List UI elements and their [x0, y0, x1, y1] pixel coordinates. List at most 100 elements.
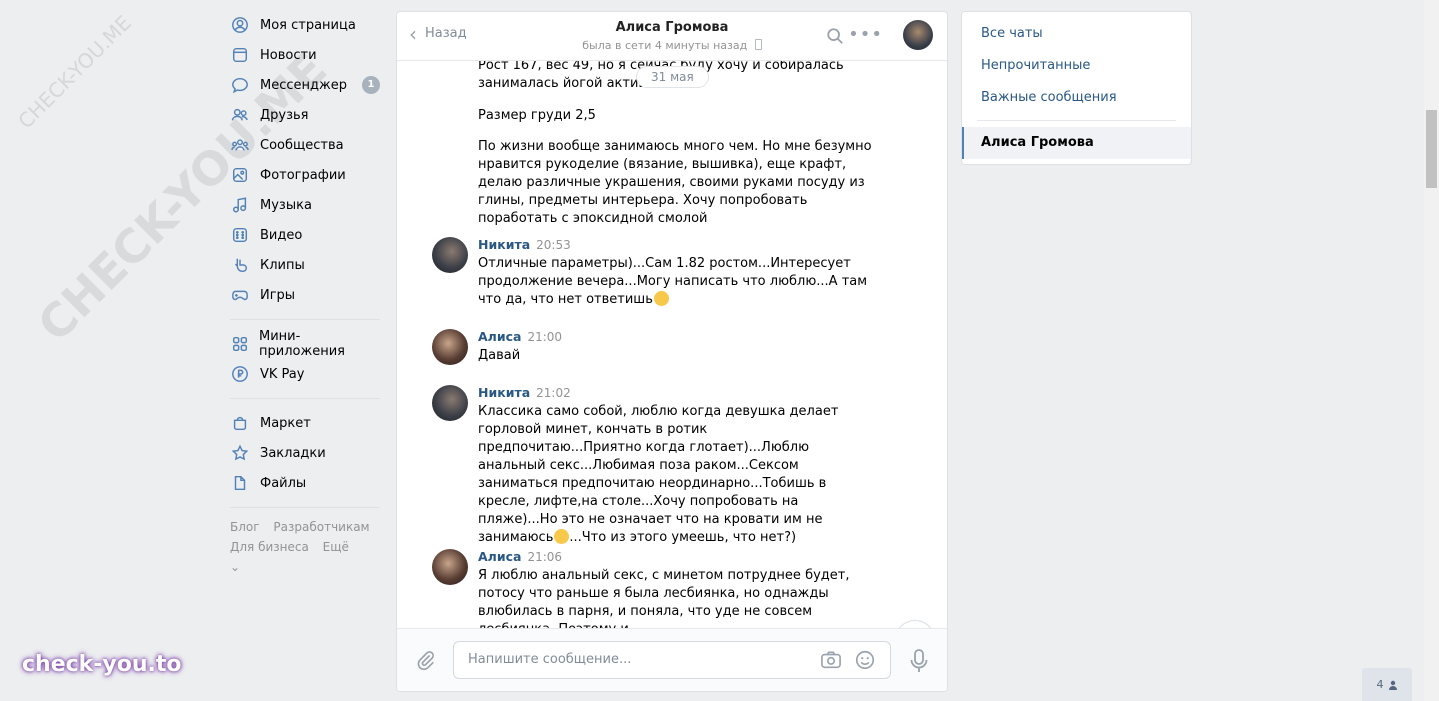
nav-label: Друзья — [260, 107, 309, 123]
nav-item-vk-pay[interactable]: VK Pay — [230, 359, 380, 389]
nav-item-clips[interactable]: Клипы — [230, 250, 380, 280]
nav-label: Фотографии — [260, 167, 346, 183]
mobile-icon — [754, 39, 762, 50]
filter-important[interactable]: Важные сообщения — [962, 82, 1191, 114]
message-head: Алиса 21:06 — [478, 549, 562, 564]
footer-business-link[interactable]: Для бизнеса — [230, 540, 309, 554]
scroll-down-button[interactable] — [895, 620, 935, 628]
brand-watermark: check-you.to — [22, 652, 182, 677]
nav-item-my-page[interactable]: Моя страница — [230, 10, 380, 40]
nav-label: Маркет — [260, 415, 311, 431]
nav-item-files[interactable]: Файлы — [230, 468, 380, 498]
nav-label: Игры — [260, 287, 296, 303]
camera-icon[interactable] — [820, 650, 842, 670]
nav-item-bookmarks[interactable]: Закладки — [230, 438, 380, 468]
clips-icon — [230, 255, 250, 275]
nav-label: Сообщества — [260, 137, 344, 153]
chevron-down-icon: ⌄ — [230, 560, 241, 574]
user-icon — [1388, 680, 1397, 690]
avatar[interactable] — [432, 549, 468, 585]
message-text-end: ...Что из этого умеешь, что нет?) — [569, 530, 797, 545]
message-head: Алиса 21:00 — [478, 329, 562, 344]
emoji-icon[interactable] — [854, 649, 876, 671]
filter-unread[interactable]: Непрочитанные — [962, 50, 1191, 82]
groups-icon — [230, 135, 250, 155]
nav-label: Мини-приложения — [259, 329, 345, 359]
scrollbar-thumb[interactable] — [1426, 110, 1437, 188]
nav-separator — [230, 507, 380, 508]
nav-item-friends[interactable]: Друзья — [230, 100, 380, 130]
watermark-small: CHECK-YOU.ME — [13, 10, 136, 134]
nav-item-video[interactable]: Видео — [230, 220, 380, 250]
vkpay-icon — [230, 364, 250, 384]
page-scrollbar[interactable] — [1424, 0, 1439, 701]
message-input-box[interactable] — [453, 641, 891, 679]
nav-label: VK Pay — [260, 366, 305, 382]
video-icon — [230, 225, 250, 245]
message-history[interactable]: Рост 167, вес 49, но я сейчас буду хочу … — [397, 61, 947, 628]
photo-icon — [230, 165, 250, 185]
active-chat-item[interactable]: Алиса Громова — [962, 127, 1191, 159]
nav-label: Клипы — [260, 257, 305, 273]
nav-item-mini-apps[interactable]: Мини-приложения — [230, 329, 380, 359]
message-author[interactable]: Никита — [478, 385, 530, 400]
nav-item-market[interactable]: Маркет — [230, 408, 380, 438]
peer-avatar[interactable] — [903, 20, 933, 50]
message-head: Никита 20:53 — [478, 237, 571, 252]
message-body: Классика само собой, люблю когда девушка… — [478, 403, 873, 547]
message-input[interactable] — [466, 651, 800, 668]
message-text: Размер груди 2,5 — [478, 108, 596, 123]
footer-developers-link[interactable]: Разработчикам — [273, 520, 369, 534]
avatar[interactable] — [432, 385, 468, 421]
vk-page: CHECK-YOU.ME CHECK-YOU.ME Моя страница Н… — [0, 0, 1439, 701]
nav-separator — [230, 398, 380, 399]
message-text: Давай — [478, 348, 521, 363]
paperclip-icon[interactable] — [415, 649, 437, 671]
nav-item-music[interactable]: Музыка — [230, 190, 380, 220]
filter-all-chats[interactable]: Все чаты — [962, 18, 1191, 50]
nav-item-communities[interactable]: Сообщества — [230, 130, 380, 160]
date-pill: 31 мая — [636, 66, 709, 88]
message-text: По жизни вообще занимаюсь много чем. Но … — [478, 139, 872, 226]
message-author[interactable]: Алиса — [478, 329, 521, 344]
nav-footer: Блог Разработчикам Для бизнеса Ещё ⌄ — [230, 517, 380, 577]
messenger-badge: 1 — [362, 76, 380, 94]
message-icon — [230, 75, 250, 95]
footer-blog-link[interactable]: Блог — [230, 520, 260, 534]
apps-icon — [230, 334, 249, 354]
nav-label: Мессенджер — [260, 77, 347, 93]
avatar[interactable] — [432, 329, 468, 365]
user-circle-icon — [230, 15, 250, 35]
message-author[interactable]: Алиса — [478, 549, 521, 564]
message-text: Я люблю анальный секс, с минетом потрудн… — [478, 568, 850, 628]
nav-item-news[interactable]: Новости — [230, 40, 380, 70]
online-friends-counter[interactable]: 4 — [1362, 668, 1412, 701]
search-icon[interactable] — [826, 27, 844, 45]
chat-panel: ‹ Назад Алиса Громова была в сети 4 мину… — [396, 11, 948, 692]
message-time: 21:02 — [536, 386, 571, 400]
nav-label: Видео — [260, 227, 303, 243]
nav-item-messenger[interactable]: Мессенджер 1 — [230, 70, 380, 100]
left-nav: Моя страница Новости Мессенджер 1 Друзья… — [230, 10, 380, 577]
star-icon — [230, 443, 250, 463]
music-icon — [230, 195, 250, 215]
microphone-icon[interactable] — [909, 648, 929, 674]
message-time: 21:00 — [527, 330, 563, 344]
peer-status-text: была в сети 4 минуты назад — [582, 39, 748, 52]
market-icon — [230, 413, 250, 433]
nav-label: Моя страница — [260, 17, 356, 33]
more-icon[interactable]: ••• — [848, 24, 883, 45]
message-body: Отличные параметры)...Сам 1.82 ростом...… — [478, 255, 878, 309]
nav-item-games[interactable]: Игры — [230, 280, 380, 310]
smile-emoji-icon — [554, 529, 570, 544]
message-time: 21:06 — [527, 550, 563, 564]
composer — [397, 628, 947, 691]
message-text: Отличные параметры)...Сам 1.82 ростом...… — [478, 256, 868, 307]
nav-item-photos[interactable]: Фотографии — [230, 160, 380, 190]
footer-more-label: Ещё — [322, 540, 349, 554]
chat-filter-panel: Все чаты Непрочитанные Важные сообщения … — [961, 11, 1192, 165]
message-author[interactable]: Никита — [478, 237, 530, 252]
avatar[interactable] — [432, 237, 468, 273]
nav-separator — [230, 319, 380, 320]
nav-label: Закладки — [260, 445, 326, 461]
